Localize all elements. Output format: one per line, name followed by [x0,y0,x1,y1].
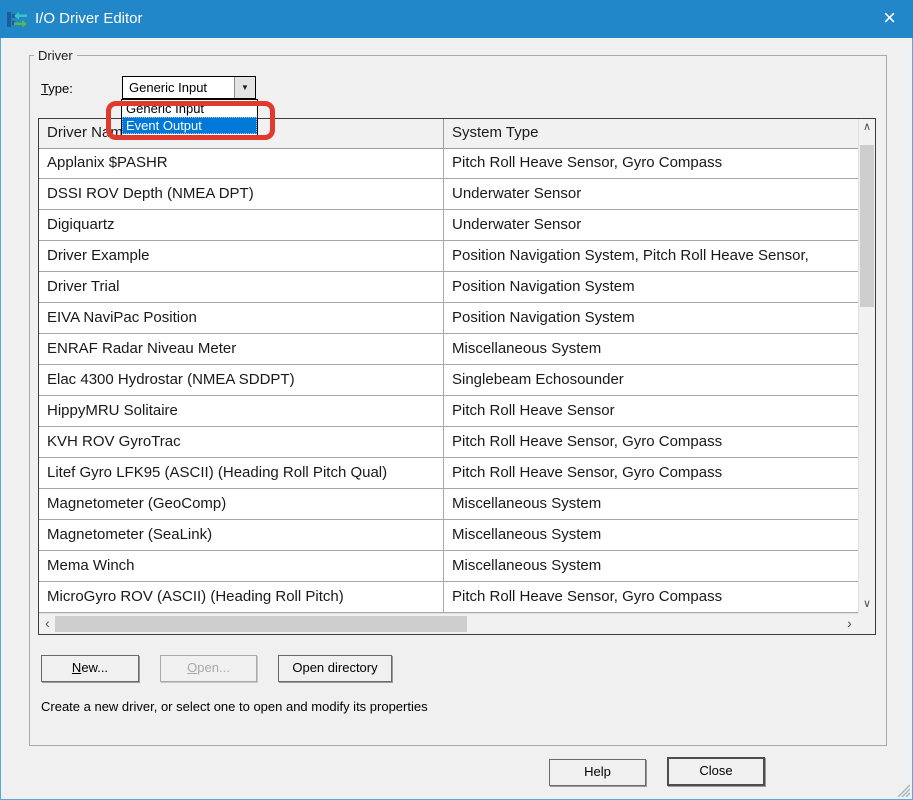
io-driver-editor-dialog: I/O Driver Editor × Driver Type: Generic… [0,0,913,800]
new-button[interactable]: New... [41,655,139,682]
table-body: Applanix $PASHR Pitch Roll Heave Sensor,… [39,148,858,613]
driver-name-cell[interactable]: Driver Trial [39,272,444,302]
table-row[interactable]: Applanix $PASHR Pitch Roll Heave Sensor,… [39,148,858,179]
table-row[interactable]: Mema Winch Miscellaneous System [39,551,858,582]
driver-name-cell[interactable]: Mema Winch [39,551,444,581]
system-type-cell[interactable]: Pitch Roll Heave Sensor, Gyro Compass [444,148,858,178]
close-button[interactable]: Close [667,757,765,786]
system-type-cell[interactable]: Pitch Roll Heave Sensor [444,396,858,426]
driver-groupbox-label: Driver [34,48,77,63]
dropdown-option-event-output[interactable]: Event Output [122,117,257,134]
table-row[interactable]: Elac 4300 Hydrostar (NMEA SDDPT) Singleb… [39,365,858,396]
driver-name-cell[interactable]: HippyMRU Solitaire [39,396,444,426]
new-button-mnemonic: N [72,660,81,675]
system-type-cell[interactable]: Position Navigation System [444,272,858,302]
system-type-cell[interactable]: Position Navigation System [444,303,858,333]
helper-text: Create a new driver, or select one to op… [41,699,428,714]
table-row[interactable]: ENRAF Radar Niveau Meter Miscellaneous S… [39,334,858,365]
system-type-cell[interactable]: Miscellaneous System [444,489,858,519]
vertical-scrollbar[interactable]: ∧ ∨ [858,119,875,613]
window-title: I/O Driver Editor [35,0,143,38]
system-type-cell[interactable]: Underwater Sensor [444,210,858,240]
table-row[interactable]: DSSI ROV Depth (NMEA DPT) Underwater Sen… [39,179,858,210]
app-io-arrows-icon [7,9,28,30]
system-type-cell[interactable]: Position Navigation System, Pitch Roll H… [444,241,858,271]
driver-name-cell[interactable]: Magnetometer (GeoComp) [39,489,444,519]
driver-name-cell[interactable]: Applanix $PASHR [39,148,444,178]
chevron-down-icon: ▼ [241,83,249,92]
table-row[interactable]: Driver Trial Position Navigation System [39,272,858,303]
new-button-rest: ew... [81,660,108,675]
type-label-rest: ype: [48,81,73,96]
open-button-mnemonic: O [187,660,197,675]
type-combobox-value: Generic Input [129,77,207,98]
column-header-system-type[interactable]: System Type [444,119,858,148]
combobox-dropdown-button[interactable]: ▼ [234,77,255,98]
dropdown-option-generic-input[interactable]: Generic Input [122,100,257,117]
driver-name-cell[interactable]: DSSI ROV Depth (NMEA DPT) [39,179,444,209]
horizontal-scrollbar-thumb[interactable] [55,616,467,632]
title-bar: I/O Driver Editor × [0,0,913,38]
scroll-right-icon[interactable]: › [841,614,858,634]
driver-table: Driver Name System Type Applanix $PASHR … [38,118,876,635]
system-type-cell[interactable]: Miscellaneous System [444,334,858,364]
close-icon[interactable]: × [866,0,913,38]
scroll-left-icon[interactable]: ‹ [39,614,56,634]
scrollbar-corner [858,613,875,634]
open-button-rest: pen... [197,660,230,675]
scroll-up-icon[interactable]: ∧ [859,119,875,136]
driver-name-cell[interactable]: Elac 4300 Hydrostar (NMEA SDDPT) [39,365,444,395]
system-type-cell[interactable]: Miscellaneous System [444,551,858,581]
horizontal-scrollbar[interactable]: ‹ › [39,613,858,634]
driver-name-cell[interactable]: MicroGyro ROV (ASCII) (Heading Roll Pitc… [39,582,444,612]
vertical-scrollbar-thumb[interactable] [860,145,874,307]
open-directory-button[interactable]: Open directory [278,655,392,682]
table-row[interactable]: Litef Gyro LFK95 (ASCII) (Heading Roll P… [39,458,858,489]
type-combobox[interactable]: Generic Input ▼ [122,76,256,99]
table-row[interactable]: Magnetometer (SeaLink) Miscellaneous Sys… [39,520,858,551]
system-type-cell[interactable]: Underwater Sensor [444,179,858,209]
table-row[interactable]: Digiquartz Underwater Sensor [39,210,858,241]
driver-name-cell[interactable]: Digiquartz [39,210,444,240]
driver-name-cell[interactable]: KVH ROV GyroTrac [39,427,444,457]
table-row[interactable]: Magnetometer (GeoComp) Miscellaneous Sys… [39,489,858,520]
help-button[interactable]: Help [549,759,646,786]
system-type-cell[interactable]: Pitch Roll Heave Sensor, Gyro Compass [444,582,858,612]
table-row[interactable]: EIVA NaviPac Position Position Navigatio… [39,303,858,334]
system-type-cell[interactable]: Miscellaneous System [444,520,858,550]
driver-name-cell[interactable]: ENRAF Radar Niveau Meter [39,334,444,364]
system-type-cell[interactable]: Singlebeam Echosounder [444,365,858,395]
scroll-down-icon[interactable]: ∨ [859,596,875,613]
open-button[interactable]: Open... [160,655,257,682]
resize-grip-icon[interactable] [896,783,910,797]
type-label: Type: [41,81,73,96]
driver-name-cell[interactable]: EIVA NaviPac Position [39,303,444,333]
driver-name-cell[interactable]: Magnetometer (SeaLink) [39,520,444,550]
table-row[interactable]: HippyMRU Solitaire Pitch Roll Heave Sens… [39,396,858,427]
table-row[interactable]: Driver Example Position Navigation Syste… [39,241,858,272]
table-row[interactable]: MicroGyro ROV (ASCII) (Heading Roll Pitc… [39,582,858,613]
table-row[interactable]: KVH ROV GyroTrac Pitch Roll Heave Sensor… [39,427,858,458]
system-type-cell[interactable]: Pitch Roll Heave Sensor, Gyro Compass [444,458,858,488]
driver-name-cell[interactable]: Driver Example [39,241,444,271]
type-dropdown-list: Generic Input Event Output [121,99,258,136]
system-type-cell[interactable]: Pitch Roll Heave Sensor, Gyro Compass [444,427,858,457]
driver-name-cell[interactable]: Litef Gyro LFK95 (ASCII) (Heading Roll P… [39,458,444,488]
